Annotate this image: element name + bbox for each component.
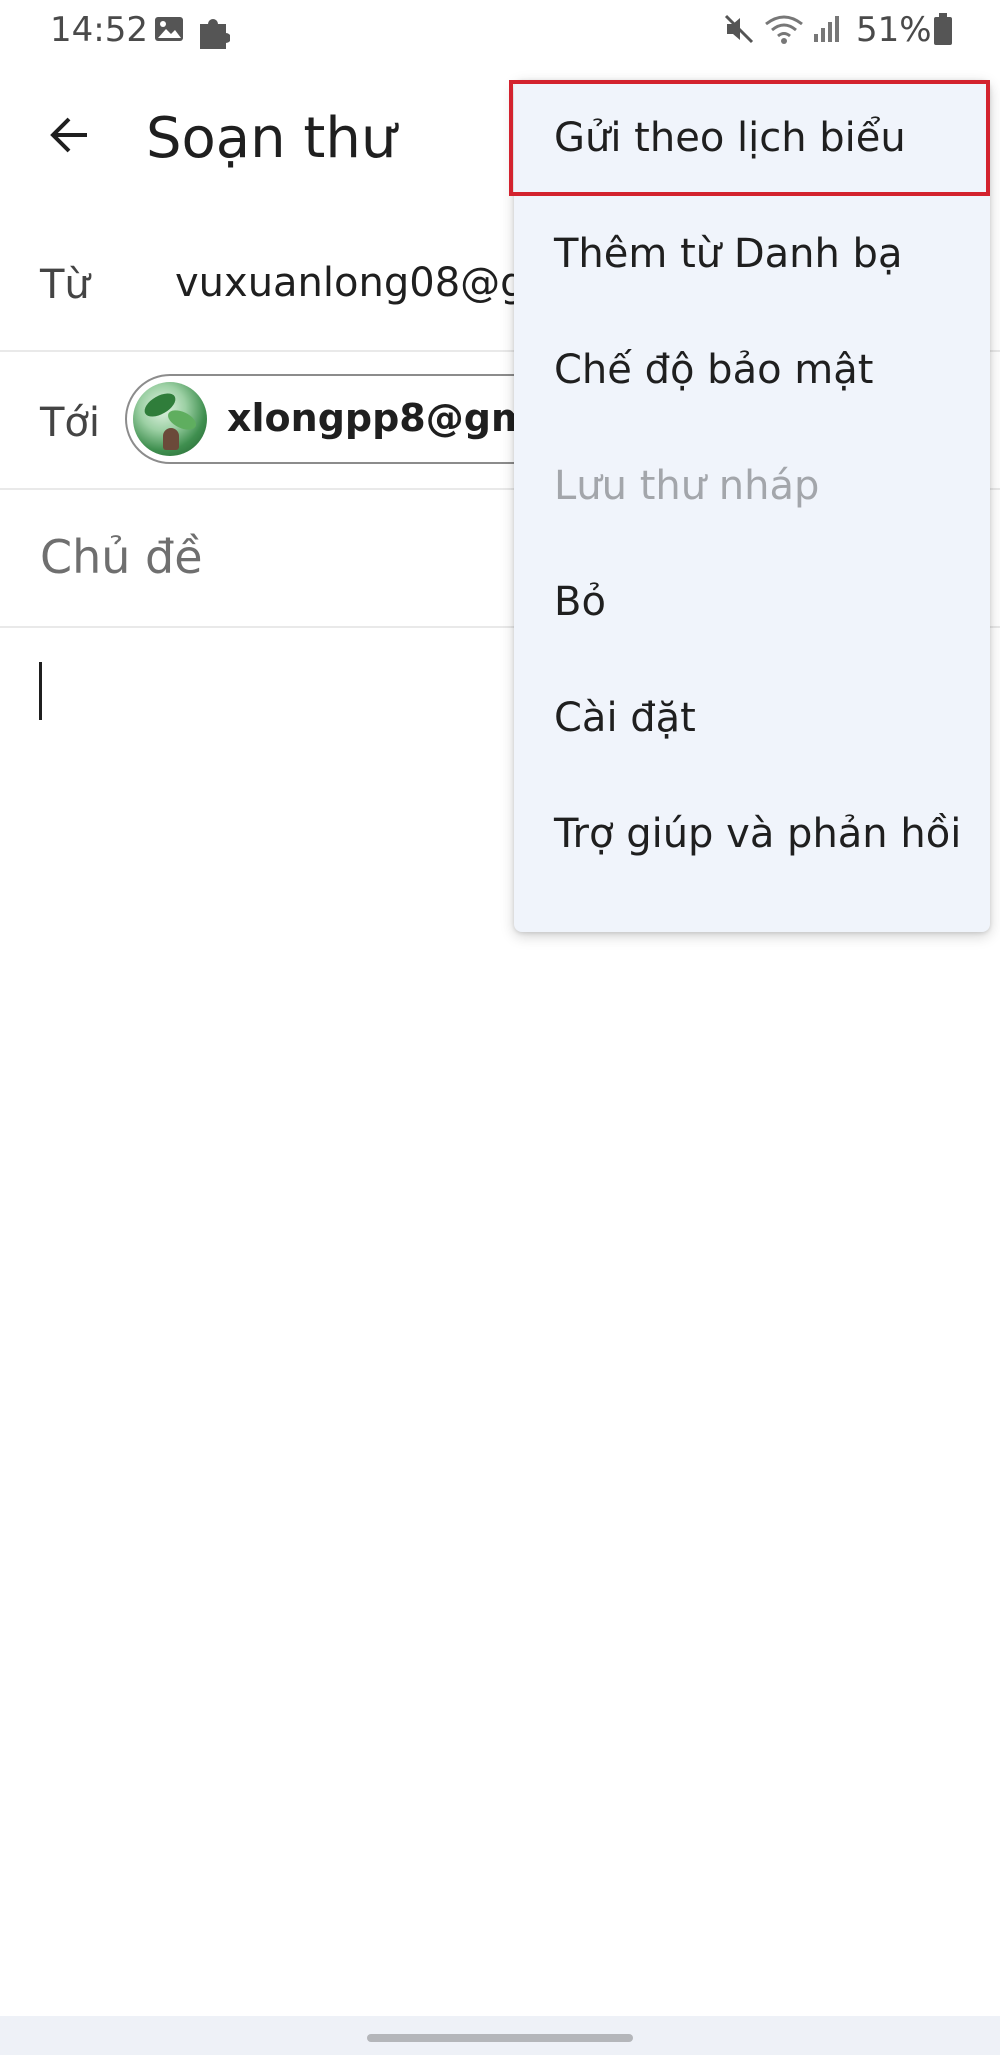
avatar — [133, 382, 207, 456]
compose-screen: 14:52 51% Soạn thư Từ vuxuanlong08@g Tới… — [0, 0, 1000, 2055]
page-title: Soạn thư — [146, 106, 397, 171]
menu-item-settings[interactable]: Cài đặt — [514, 660, 990, 776]
back-button[interactable] — [36, 102, 102, 168]
menu-item-add-from-contacts[interactable]: Thêm từ Danh bạ — [514, 196, 990, 312]
overflow-menu: Gửi theo lịch biểu Thêm từ Danh bạ Chế đ… — [509, 80, 990, 932]
home-gesture-handle[interactable] — [367, 2034, 633, 2042]
signal-icon — [810, 12, 844, 46]
menu-item-help-feedback[interactable]: Trợ giúp và phản hồi — [514, 776, 990, 892]
image-icon — [152, 12, 186, 46]
menu-item-discard[interactable]: Bỏ — [514, 544, 990, 660]
menu-item-schedule-send[interactable]: Gửi theo lịch biểu — [509, 80, 990, 196]
battery-percentage: 51% — [856, 10, 932, 50]
from-account-selector[interactable]: vuxuanlong08@g — [175, 260, 526, 306]
status-time: 14:52 — [50, 10, 148, 50]
to-label: Tới — [40, 400, 101, 446]
arrow-back-icon — [50, 117, 87, 153]
menu-item-confidential-mode[interactable]: Chế độ bảo mật — [514, 312, 990, 428]
from-label: Từ — [40, 262, 90, 308]
puzzle-icon — [196, 12, 231, 49]
wifi-icon — [764, 12, 803, 46]
navigation-bar — [0, 2016, 1000, 2055]
menu-item-save-draft: Lưu thư nháp — [554, 463, 820, 509]
body-text-cursor[interactable] — [39, 662, 42, 720]
subject-input[interactable]: Chủ đề — [40, 530, 203, 584]
mute-icon — [722, 12, 756, 46]
status-bar: 14:52 51% — [0, 0, 1000, 62]
battery-icon — [932, 12, 966, 46]
